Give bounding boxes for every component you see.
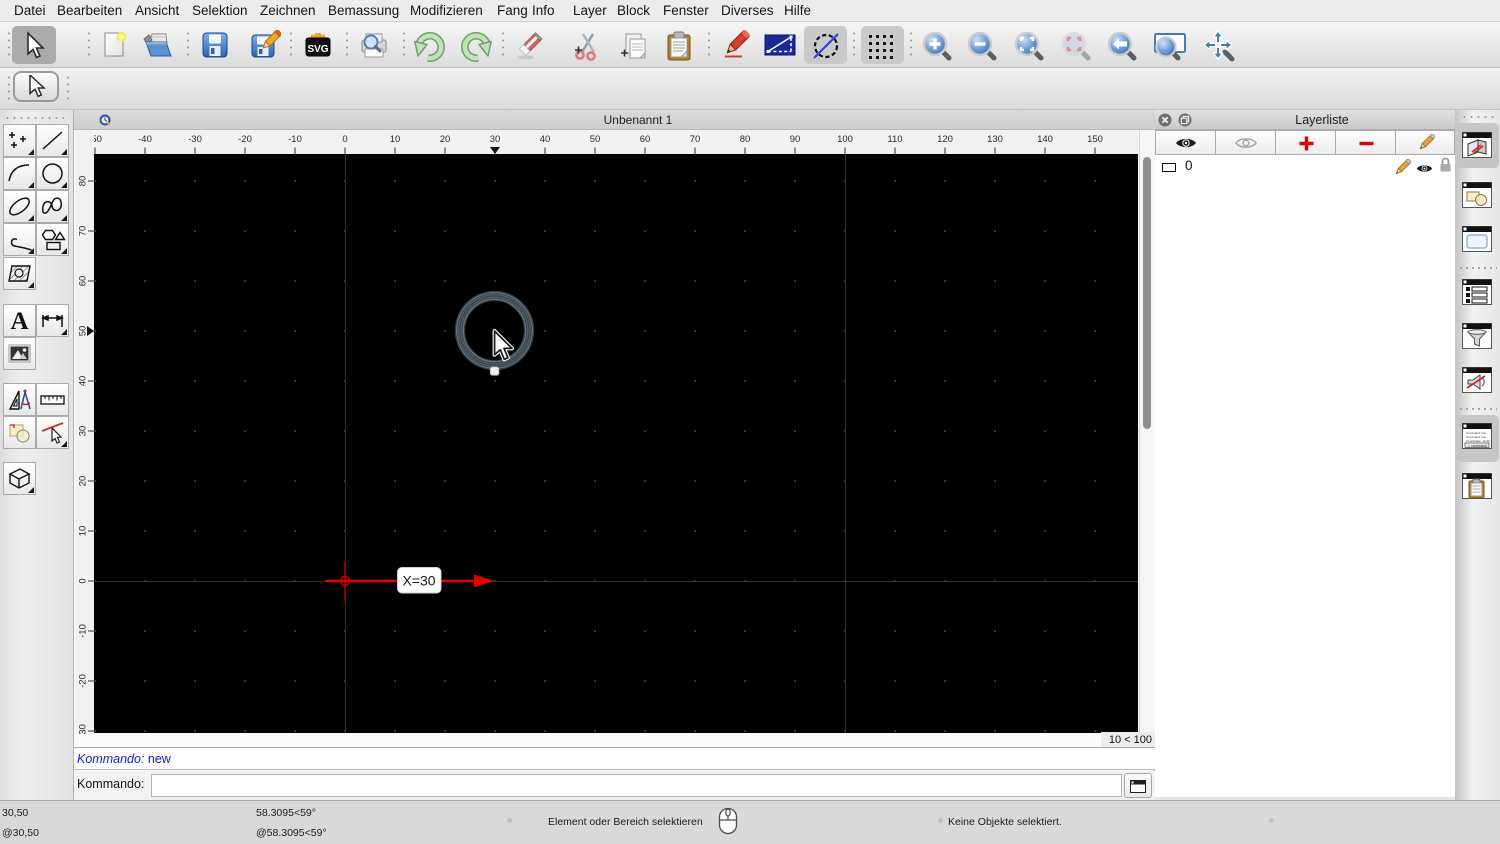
svg-text:Coordinate: 10,40: Coordinate: 10,40 <box>1466 439 1490 443</box>
svg-text:20: 20 <box>78 476 89 487</box>
svg-text:140: 140 <box>1037 134 1053 145</box>
svg-text:60: 60 <box>640 134 651 145</box>
svg-text:110: 110 <box>887 134 902 145</box>
svg-text:90: 90 <box>790 134 801 145</box>
svg-text:-50: -50 <box>94 134 102 145</box>
svg-text:SVG: SVG <box>307 44 328 55</box>
svg-text:-30: -30 <box>188 134 202 145</box>
svg-text:70: 70 <box>78 226 89 237</box>
svg-text:100: 100 <box>837 134 853 145</box>
svg-text:30: 30 <box>490 134 501 145</box>
svg-text:10: 10 <box>78 526 89 537</box>
svg-text:A: A <box>10 308 28 334</box>
svg-text:50: 50 <box>590 134 601 145</box>
svg-text:80: 80 <box>78 176 89 187</box>
svg-text:-10: -10 <box>288 134 302 145</box>
svg-text:40: 40 <box>78 376 89 387</box>
svg-text:30: 30 <box>78 426 89 437</box>
svg-text:> command: > command <box>1468 444 1487 448</box>
svg-text:-20: -20 <box>238 134 252 145</box>
svg-text:20: 20 <box>440 134 451 145</box>
svg-text:150: 150 <box>1087 134 1103 145</box>
svg-text:70: 70 <box>690 134 701 145</box>
svg-text:130: 130 <box>987 134 1003 145</box>
svg-text:X=30: X=30 <box>402 573 435 589</box>
svg-text:80: 80 <box>740 134 751 145</box>
svg-text:-10: -10 <box>78 624 89 638</box>
svg-text:-20: -20 <box>78 674 89 688</box>
svg-text:10: 10 <box>390 134 401 145</box>
svg-text:120: 120 <box>937 134 953 145</box>
svg-text:0: 0 <box>342 134 347 145</box>
svg-text:40: 40 <box>540 134 551 145</box>
svg-text:0: 0 <box>78 578 89 583</box>
svg-text:60: 60 <box>78 276 89 287</box>
svg-text:50: 50 <box>78 326 89 337</box>
svg-text:-40: -40 <box>138 134 152 145</box>
